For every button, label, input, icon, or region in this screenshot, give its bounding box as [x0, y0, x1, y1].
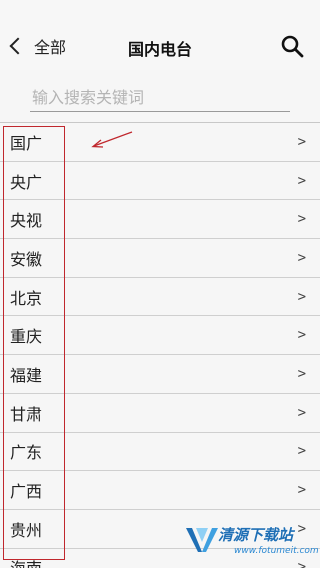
chevron-right-icon: >: [297, 559, 306, 568]
search-icon: [281, 35, 304, 58]
search-bar: [30, 84, 290, 112]
search-input[interactable]: [30, 84, 290, 110]
chevron-right-icon: >: [297, 249, 306, 266]
list-item[interactable]: 央广 >: [0, 161, 320, 201]
chevron-right-icon: >: [297, 172, 306, 189]
list-item-label: 甘肃: [10, 404, 43, 424]
list-item-label: 央视: [10, 211, 43, 231]
list-item-label: 广东: [10, 443, 43, 463]
province-list: 国广 > 央广 > 央视 > 安徽 > 北京 > 重庆 > 福建 > 甘肃 > 广东 > 广西 > 贵州 > 海南 >: [0, 122, 320, 568]
list-item-label: 安徽: [10, 249, 43, 269]
list-item[interactable]: 北京 >: [0, 277, 320, 317]
list-item[interactable]: 安徽 >: [0, 239, 320, 278]
list-item-label: 海南: [10, 555, 42, 568]
list-item[interactable]: 甘肃 >: [0, 393, 320, 433]
chevron-right-icon: >: [297, 327, 306, 344]
list-item-label: 央广: [10, 172, 43, 192]
app-header: 全部 国内电台: [0, 0, 320, 70]
chevron-right-icon: >: [297, 482, 306, 499]
list-item-label: 国广: [10, 133, 43, 153]
chevron-right-icon: >: [297, 133, 306, 150]
list-item[interactable]: 央视 >: [0, 200, 320, 240]
chevron-right-icon: >: [297, 404, 306, 421]
list-item-label: 贵州: [10, 520, 43, 540]
list-item[interactable]: 广西 >: [0, 471, 320, 510]
list-item[interactable]: 国广 >: [0, 123, 320, 162]
list-item-label: 北京: [10, 288, 43, 308]
list-item[interactable]: 贵州 >: [0, 509, 320, 549]
list-item-label: 广西: [10, 482, 43, 502]
list-item[interactable]: 福建 >: [0, 355, 320, 394]
chevron-right-icon: >: [297, 365, 306, 382]
search-button[interactable]: [280, 34, 306, 60]
list-item[interactable]: 广东 >: [0, 432, 320, 472]
chevron-right-icon: >: [297, 520, 306, 537]
chevron-right-icon: >: [297, 288, 306, 305]
list-item[interactable]: 海南 >: [0, 548, 320, 568]
page-title: 国内电台: [127, 40, 192, 59]
list-item-label: 福建: [10, 365, 43, 385]
list-item[interactable]: 重庆 >: [0, 316, 320, 356]
list-item-label: 重庆: [10, 327, 43, 347]
chevron-right-icon: >: [297, 211, 306, 228]
chevron-right-icon: >: [297, 443, 306, 460]
